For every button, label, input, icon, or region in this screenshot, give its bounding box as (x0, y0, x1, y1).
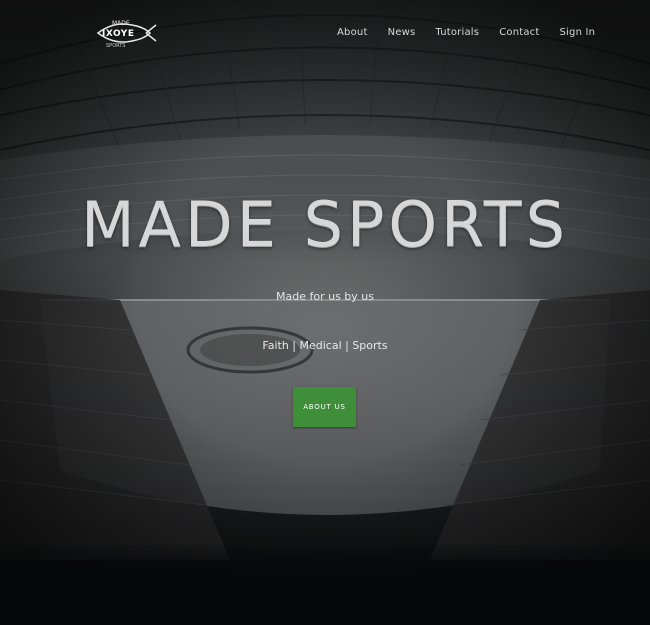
hero-tagline: Made for us by us (276, 290, 374, 303)
footer-band (0, 545, 650, 625)
hero-title: MADE SPORTS (81, 188, 569, 261)
made-sports-fish-logo-icon: MADE IXOYE SPORTS (96, 20, 157, 49)
top-navigation: About News Tutorials Contact Sign In (337, 26, 615, 40)
hero-section (0, 0, 650, 625)
nav-link-about[interactable]: About (337, 26, 368, 40)
nav-link-sign-in[interactable]: Sign In (560, 26, 596, 40)
nav-link-contact[interactable]: Contact (499, 26, 539, 40)
brand-logo[interactable]: MADE IXOYE SPORTS (94, 17, 158, 49)
nav-link-tutorials[interactable]: Tutorials (435, 26, 479, 40)
about-us-button[interactable]: ABOUT US (293, 387, 356, 427)
nav-link-news[interactable]: News (388, 26, 416, 40)
hero-subline: Faith | Medical | Sports (262, 339, 388, 352)
svg-text:IXOYE: IXOYE (102, 29, 134, 39)
arena-background-image (0, 0, 650, 560)
logo-top-text: MADE (112, 20, 130, 27)
logo-bottom-text: SPORTS (106, 43, 125, 49)
